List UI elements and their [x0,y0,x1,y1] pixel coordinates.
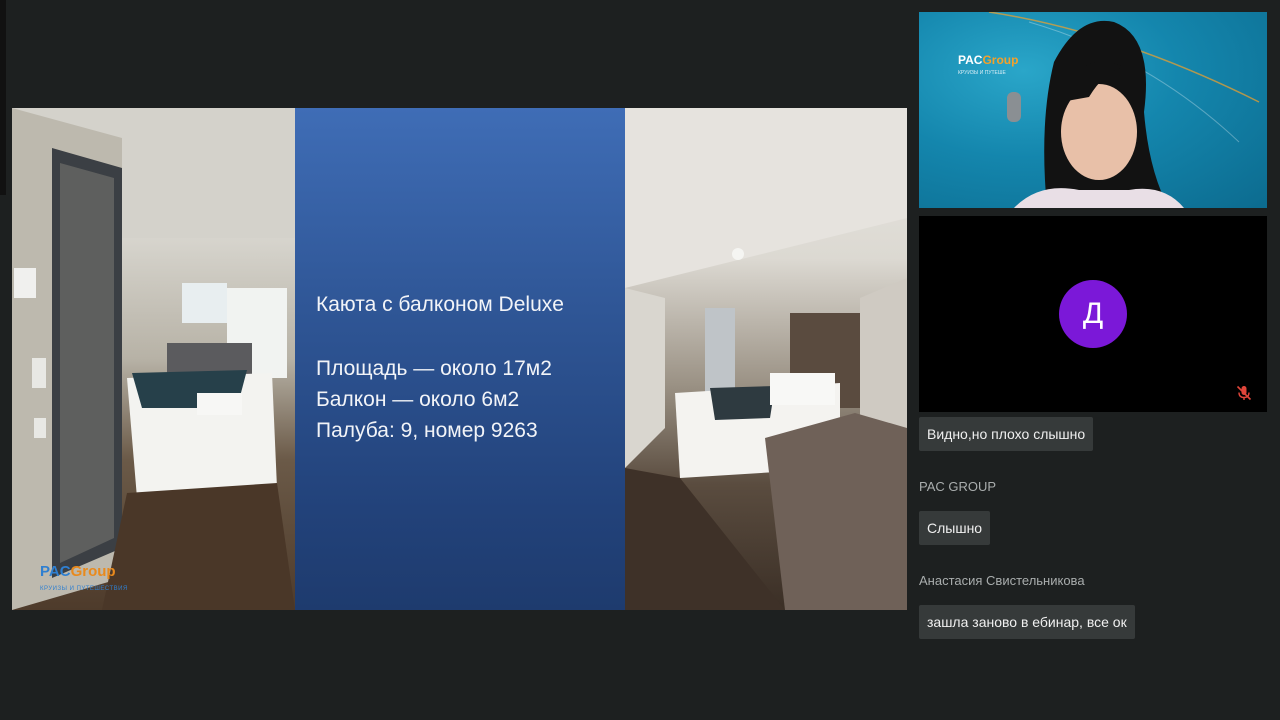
cabin-photo-right [625,108,907,610]
presenter-video-tile[interactable]: PACGroup КРУИЗЫ И ПУТЕШЕ [919,12,1267,208]
side-strip [0,0,6,195]
slide-logo-accent: Group [70,563,116,580]
chat-message: Видно,но плохо слышно [919,417,1094,451]
slide-balcony-line: Балкон — около 6м2 [316,388,520,411]
chat-sender: PAC GROUP [919,479,997,494]
cabin-photo-left: PACGroup КРУИЗЫ И ПУТЕШЕСТВИЯ [12,108,295,610]
slide-text-panel: Каюта с балконом Deluxe Площадь — около … [295,108,625,610]
presenter-logo-accent: Group [982,53,1019,67]
chat-message: зашла заново в ебинар, все ок [919,605,1135,639]
webinar-window: PACGroup КРУИЗЫ И ПУТЕШЕСТВИЯ Каюта с ба… [0,0,1280,720]
mic-off-icon [1236,385,1252,401]
slide-logo: PACGroup [40,563,116,580]
cabin-photo-right-drawing [625,108,907,610]
slide-title: Каюта с балконом Deluxe [316,293,564,316]
presenter-logo: PACGroup [958,53,1018,67]
chat-sender: Анастасия Свистельникова [919,573,1085,588]
presenter-figure [988,12,1260,208]
slide-deck-line: Палуба: 9, номер 9263 [316,419,538,442]
presentation-slide: PACGroup КРУИЗЫ И ПУТЕШЕСТВИЯ Каюта с ба… [12,108,907,610]
avatar: Д [1059,280,1127,348]
cabin-photo-left-drawing [12,108,295,610]
slide-logo-main: PAC [40,563,71,580]
presenter-logo-main: PAC [958,53,983,67]
slide-area-line: Площадь — около 17м2 [316,357,552,380]
chat-message: Слышно [919,511,991,545]
presenter-logo-subtitle: КРУИЗЫ И ПУТЕШЕ [958,70,1006,76]
slide-logo-subtitle: КРУИЗЫ И ПУТЕШЕСТВИЯ [40,586,128,592]
participant-video-tile[interactable]: Д [919,216,1267,412]
